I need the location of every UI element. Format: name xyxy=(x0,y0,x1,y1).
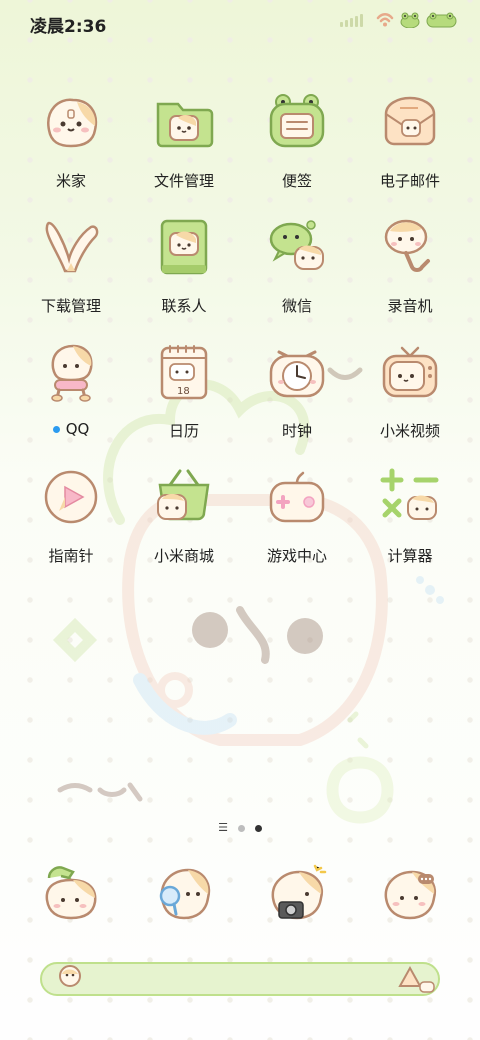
app-mi-store[interactable]: 小米商城 xyxy=(129,461,239,566)
game-center-icon xyxy=(261,461,333,533)
app-mijia[interactable]: 米家 xyxy=(16,86,126,191)
app-label: 文件管理 xyxy=(153,172,214,190)
app-label: QQ xyxy=(65,420,90,438)
dock-browser[interactable] xyxy=(129,858,239,930)
email-icon xyxy=(374,86,446,158)
camera-icon xyxy=(261,858,333,930)
page-indicator[interactable]: ☰ xyxy=(0,821,480,834)
status-time: 凌晨2:36 xyxy=(30,17,107,37)
calculator-icon xyxy=(374,461,446,533)
page-dot[interactable] xyxy=(237,824,245,832)
mi-store-icon xyxy=(148,461,220,533)
clock-icon xyxy=(261,336,333,408)
app-label: 下载管理 xyxy=(40,297,101,315)
app-label: 日历 xyxy=(168,422,199,440)
app-video[interactable]: 小米视频 xyxy=(355,336,465,441)
status-bar: 凌晨2:36 xyxy=(0,0,480,44)
calendar-icon: 18 xyxy=(148,336,220,408)
dock-phone[interactable] xyxy=(16,858,126,930)
app-label: 小米商城 xyxy=(153,547,214,565)
mijia-icon xyxy=(35,86,107,158)
app-label: 游戏中心 xyxy=(266,547,327,565)
app-label-row: QQ xyxy=(52,420,90,438)
app-label: 电子邮件 xyxy=(379,172,440,190)
search-bar[interactable] xyxy=(40,962,440,996)
app-label: 计算器 xyxy=(387,547,433,565)
assistant-icon xyxy=(398,965,435,993)
page-dot-active[interactable] xyxy=(254,824,262,832)
app-qq[interactable]: QQ xyxy=(16,336,126,438)
search-bar-art xyxy=(59,965,435,993)
app-notes[interactable]: 便签 xyxy=(242,86,352,191)
calendar-day: 18 xyxy=(177,386,190,397)
dock-camera[interactable] xyxy=(242,858,352,930)
browser-icon xyxy=(148,858,220,930)
phone-icon xyxy=(35,858,107,930)
compass-icon xyxy=(35,461,107,533)
app-calendar[interactable]: 18 日历 xyxy=(129,336,239,441)
messages-icon xyxy=(374,858,446,930)
app-label: 微信 xyxy=(281,297,312,315)
wifi-icon xyxy=(376,13,394,27)
app-compass[interactable]: 指南针 xyxy=(16,461,126,566)
wechat-icon xyxy=(261,211,333,283)
app-label: 米家 xyxy=(55,172,86,190)
app-email[interactable]: 电子邮件 xyxy=(355,86,465,191)
recorder-icon xyxy=(374,211,446,283)
notification-dot xyxy=(52,425,60,433)
menu-lines-icon: ☰ xyxy=(218,821,228,834)
app-clock[interactable]: 时钟 xyxy=(242,336,352,441)
file-manager-icon xyxy=(148,86,220,158)
notes-icon xyxy=(261,86,333,158)
dock-messages[interactable] xyxy=(355,858,465,930)
app-wechat[interactable]: 微信 xyxy=(242,211,352,316)
app-recorder[interactable]: 录音机 xyxy=(355,211,465,316)
video-icon xyxy=(374,336,446,408)
app-contacts[interactable]: 联系人 xyxy=(129,211,239,316)
qq-icon xyxy=(35,336,107,408)
app-file-manager[interactable]: 文件管理 xyxy=(129,86,239,191)
app-label: 联系人 xyxy=(161,297,207,315)
signal-icon xyxy=(340,14,363,27)
status-icons xyxy=(340,12,458,28)
app-label: 小米视频 xyxy=(379,422,440,440)
app-calculator[interactable]: 计算器 xyxy=(355,461,465,566)
app-label: 时钟 xyxy=(281,422,312,440)
contacts-icon xyxy=(148,211,220,283)
frog-status-icon xyxy=(400,12,420,28)
search-assistant-icon xyxy=(59,965,81,987)
app-download[interactable]: 下载管理 xyxy=(16,211,126,316)
download-icon xyxy=(35,211,107,283)
app-label: 便签 xyxy=(281,172,312,190)
app-label: 录音机 xyxy=(387,297,433,315)
app-label: 指南针 xyxy=(48,547,94,565)
battery-icon xyxy=(426,12,457,28)
app-game-center[interactable]: 游戏中心 xyxy=(242,461,352,566)
